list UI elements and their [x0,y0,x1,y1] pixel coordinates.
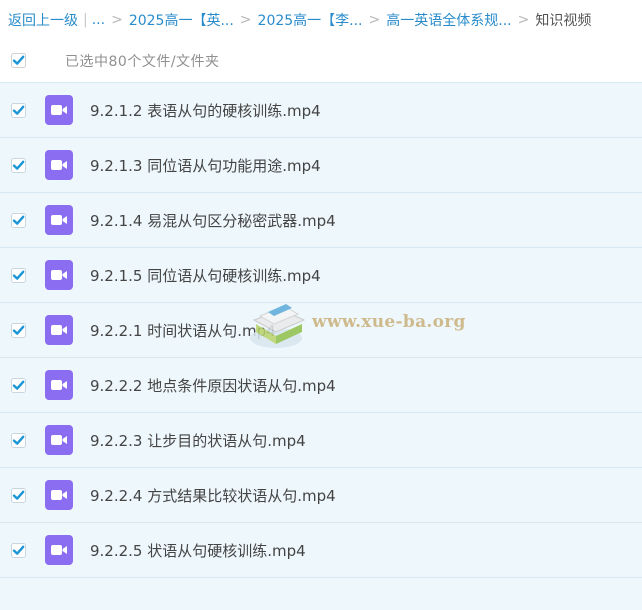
breadcrumb-separator: > [368,12,381,28]
checkbox-checked-icon [11,103,26,118]
video-file-icon [45,205,73,235]
file-checkbox[interactable] [11,378,26,393]
breadcrumb-ellipsis[interactable]: ... [92,12,105,28]
selection-count: 已选中80个文件/文件夹 [65,54,220,70]
video-file-icon [45,260,73,290]
breadcrumb: 返回上一级 | ... > 2025高一【英... > 2025高一【李... … [0,0,642,40]
video-file-icon [45,150,73,180]
file-name[interactable]: 9.2.1.3 同位语从句功能用途.mp4 [90,155,321,176]
video-file-icon [45,315,73,345]
file-row[interactable]: 9.2.1.5 同位语从句硬核训练.mp4 [0,248,642,303]
file-row[interactable]: 9.2.2.3 让步目的状语从句.mp4 [0,413,642,468]
video-camera-glyph [51,270,67,280]
breadcrumb-current: 知识视频 [535,13,592,29]
back-link[interactable]: 返回上一级 [8,10,78,30]
file-name[interactable]: 9.2.2.2 地点条件原因状语从句.mp4 [90,375,336,396]
video-camera-glyph [51,380,67,390]
video-camera-glyph [51,160,67,170]
breadcrumb-item[interactable]: 2025高一【英... [129,10,234,30]
file-name[interactable]: 9.2.2.5 状语从句硬核训练.mp4 [90,540,306,561]
checkbox-checked-icon [11,378,26,393]
selection-bar: 已选中80个文件/文件夹 [0,40,642,82]
checkbox-checked-icon [11,323,26,338]
file-checkbox[interactable] [11,488,26,503]
video-file-icon [45,425,73,455]
file-name[interactable]: 9.2.2.3 让步目的状语从句.mp4 [90,430,306,451]
file-row[interactable]: 9.2.1.4 易混从句区分秘密武器.mp4 [0,193,642,248]
checkbox-checked-icon [11,53,26,68]
video-camera-glyph [51,490,67,500]
video-camera-glyph [51,545,67,555]
video-file-icon [45,370,73,400]
file-name[interactable]: 9.2.2.1 时间状语从句.mp4 [90,320,276,341]
file-name[interactable]: 9.2.1.2 表语从句的硬核训练.mp4 [90,100,321,121]
breadcrumb-item[interactable]: 高一英语全体系规... [386,10,511,30]
file-checkbox[interactable] [11,213,26,228]
file-name[interactable]: 9.2.1.5 同位语从句硬核训练.mp4 [90,265,321,286]
file-list[interactable]: 9.2.1.1 表语从句的功能用途.mp49.2.1.2 表语从句的硬核训练.m… [0,82,642,610]
video-file-icon [45,535,73,565]
file-checkbox[interactable] [11,158,26,173]
checkbox-checked-icon [11,268,26,283]
file-checkbox[interactable] [11,433,26,448]
checkbox-checked-icon [11,433,26,448]
file-row[interactable]: 9.2.1.2 表语从句的硬核训练.mp4 [0,83,642,138]
breadcrumb-item[interactable]: 2025高一【李... [258,10,363,30]
file-checkbox[interactable] [11,543,26,558]
checkbox-checked-icon [11,488,26,503]
video-camera-glyph [51,325,67,335]
breadcrumb-separator: > [111,12,123,28]
file-row[interactable]: 9.2.2.5 状语从句硬核训练.mp4 [0,523,642,578]
file-rows: 9.2.1.1 表语从句的功能用途.mp49.2.1.2 表语从句的硬核训练.m… [0,82,642,578]
file-checkbox[interactable] [11,268,26,283]
file-checkbox[interactable] [11,323,26,338]
breadcrumb-separator: > [517,12,530,28]
video-file-icon [45,95,73,125]
file-row[interactable]: 9.2.1.3 同位语从句功能用途.mp4 [0,138,642,193]
video-camera-glyph [51,435,67,445]
file-name[interactable]: 9.2.2.4 方式结果比较状语从句.mp4 [90,485,336,506]
file-row[interactable]: 9.2.2.2 地点条件原因状语从句.mp4 [0,358,642,413]
checkbox-checked-icon [11,158,26,173]
checkbox-checked-icon [11,213,26,228]
checkbox-checked-icon [11,543,26,558]
video-camera-glyph [51,215,67,225]
file-name[interactable]: 9.2.1.4 易混从句区分秘密武器.mp4 [90,210,336,231]
select-all-checkbox[interactable] [11,53,26,68]
video-camera-glyph [51,105,67,115]
file-checkbox[interactable] [11,103,26,118]
file-row[interactable]: 9.2.2.1 时间状语从句.mp4 [0,303,642,358]
breadcrumb-divider: | [83,12,88,28]
video-file-icon [45,480,73,510]
file-row[interactable]: 9.2.2.4 方式结果比较状语从句.mp4 [0,468,642,523]
breadcrumb-separator: > [239,12,252,28]
